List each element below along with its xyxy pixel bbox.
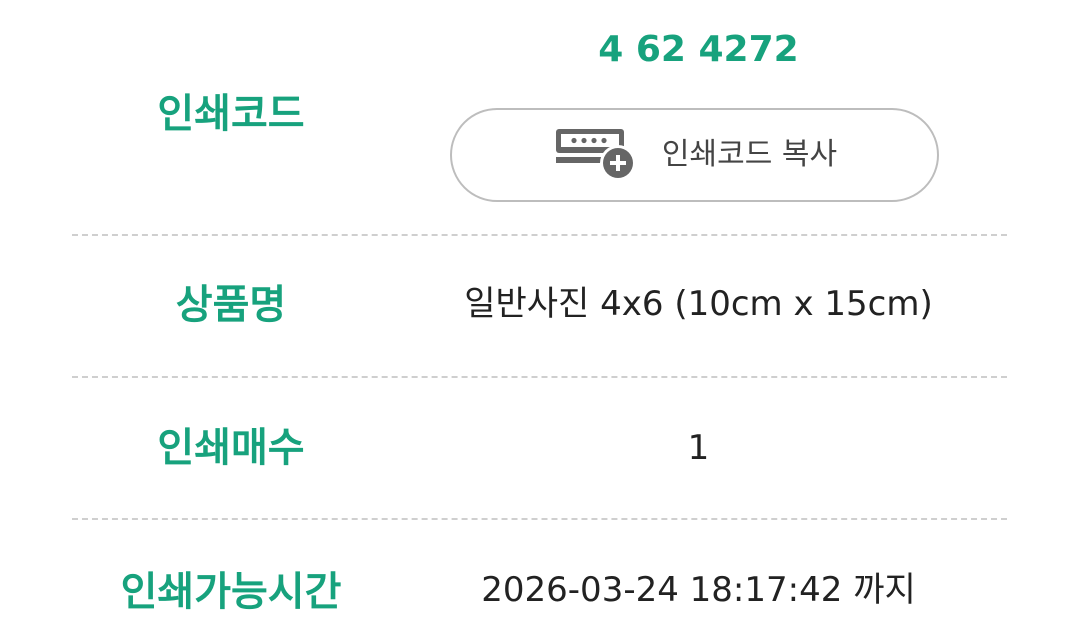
product-label: 상품명: [175, 282, 287, 328]
product-row: 상품명 일반사진 4x6 (10cm x 15cm): [72, 236, 1007, 378]
keyboard-plus-icon: [555, 129, 636, 181]
print-info-table: 인쇄코드 4 62 4272 인쇄코드 복사 상품명 일반사진 4x6 (10c…: [72, 0, 1007, 623]
copy-button-label: 인쇄코드 복사: [661, 137, 838, 172]
print-code-label: 인쇄코드: [157, 91, 305, 137]
quantity-row: 인쇄매수 1: [72, 378, 1007, 520]
print-deadline-value: 2026-03-24 18:17:42 까지: [481, 570, 916, 610]
copy-print-code-button[interactable]: 인쇄코드 복사: [450, 108, 939, 202]
print-deadline-row: 인쇄가능시간 2026-03-24 18:17:42 까지: [72, 520, 1007, 623]
quantity-value: 1: [687, 428, 710, 468]
print-code-value: 4 62 4272: [598, 29, 799, 70]
product-value: 일반사진 4x6 (10cm x 15cm): [464, 284, 933, 324]
print-deadline-label: 인쇄가능시간: [120, 569, 342, 615]
print-code-row: 인쇄코드 4 62 4272 인쇄코드 복사: [72, 0, 1007, 236]
quantity-label: 인쇄매수: [157, 425, 305, 471]
